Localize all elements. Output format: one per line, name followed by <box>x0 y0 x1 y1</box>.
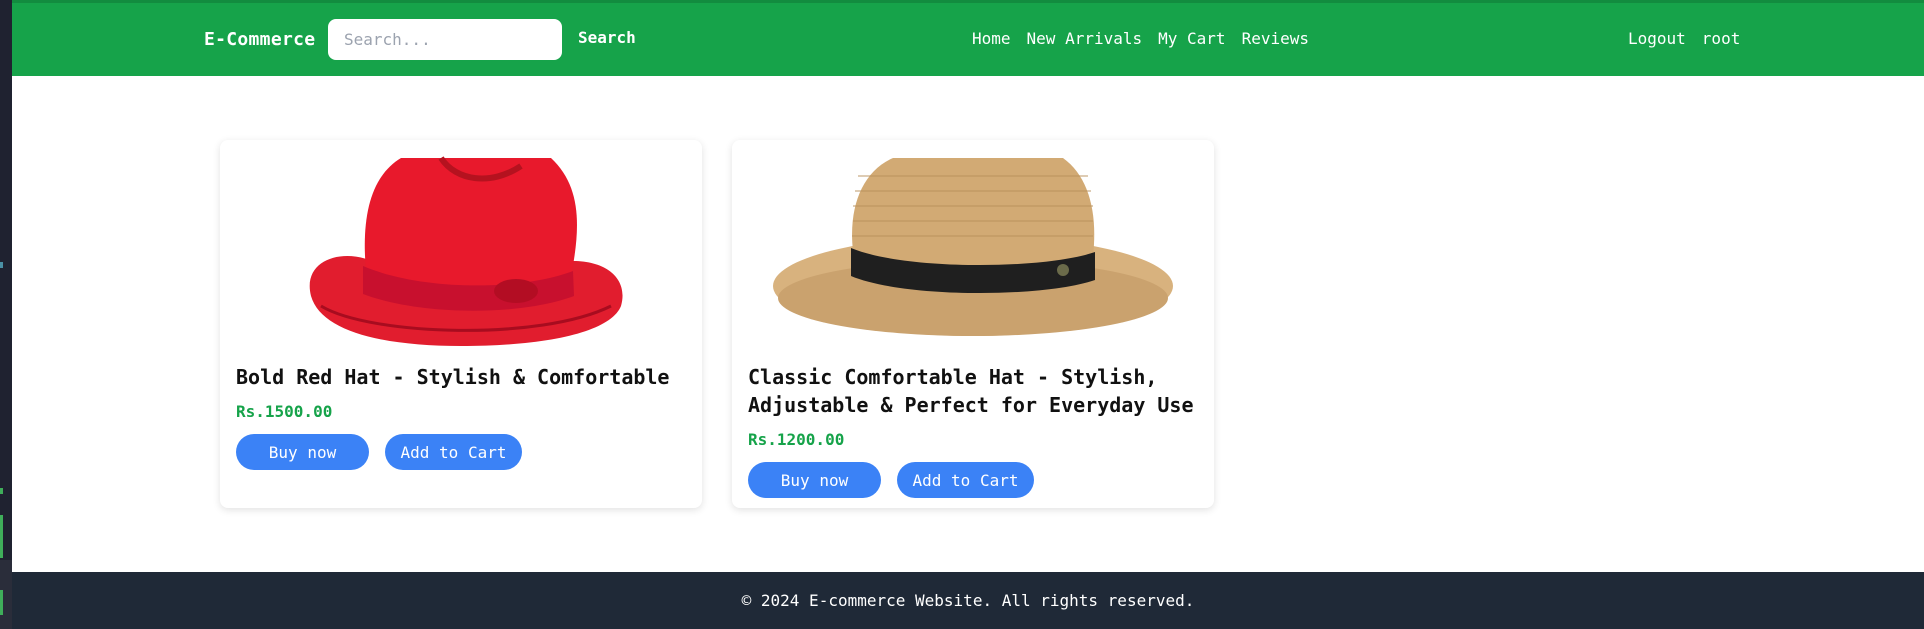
product-price: Rs.1500.00 <box>236 402 333 421</box>
add-to-cart-button[interactable]: Add to Cart <box>385 434 522 470</box>
product-card: Classic Comfortable Hat - Stylish, Adjus… <box>732 140 1214 508</box>
buy-now-button[interactable]: Buy now <box>236 434 369 470</box>
strip-marker <box>0 515 3 558</box>
nav-link-home[interactable]: Home <box>972 29 1011 48</box>
logout-link[interactable]: Logout <box>1628 29 1686 48</box>
product-card: Bold Red Hat - Stylish & Comfortable Rs.… <box>220 140 702 508</box>
strip-marker <box>0 590 3 615</box>
nav-user-area: Logout root <box>1628 29 1740 48</box>
add-to-cart-button[interactable]: Add to Cart <box>897 462 1034 498</box>
search-input[interactable] <box>328 19 562 60</box>
nav-links: Home New Arrivals My Cart Reviews <box>972 29 1309 48</box>
copyright-text: © 2024 E-commerce Website. All rights re… <box>741 591 1195 610</box>
straw-panama-hat-icon <box>773 158 1173 336</box>
page: E-Commerce Search Home New Arrivals My C… <box>12 0 1924 629</box>
nav-link-my-cart[interactable]: My Cart <box>1158 29 1225 48</box>
footer: © 2024 E-commerce Website. All rights re… <box>12 572 1924 629</box>
editor-side-strip <box>0 0 12 629</box>
search-button[interactable]: Search <box>578 28 636 47</box>
buy-now-button[interactable]: Buy now <box>748 462 881 498</box>
product-title[interactable]: Classic Comfortable Hat - Stylish, Adjus… <box>748 363 1204 419</box>
product-image[interactable] <box>748 156 1198 348</box>
brand-logo[interactable]: E-Commerce <box>204 29 315 50</box>
strip-marker <box>0 488 3 494</box>
product-title[interactable]: Bold Red Hat - Stylish & Comfortable <box>236 363 692 391</box>
product-image[interactable] <box>236 156 686 348</box>
product-price: Rs.1200.00 <box>748 430 845 449</box>
nav-link-reviews[interactable]: Reviews <box>1242 29 1309 48</box>
username-label: root <box>1701 29 1741 48</box>
red-fedora-hat-icon <box>309 156 623 346</box>
strip-marker <box>0 262 3 268</box>
navbar: E-Commerce Search Home New Arrivals My C… <box>12 0 1924 76</box>
nav-link-new-arrivals[interactable]: New Arrivals <box>1027 29 1143 48</box>
